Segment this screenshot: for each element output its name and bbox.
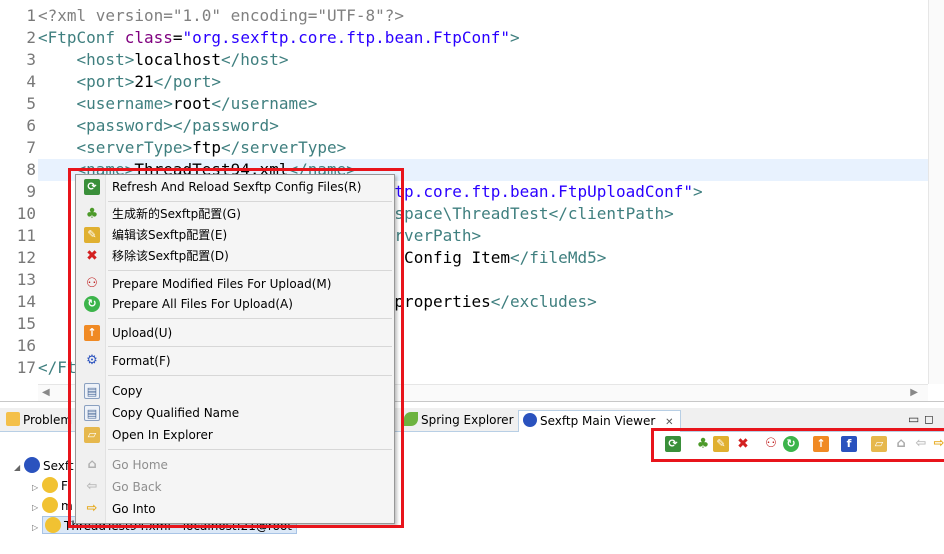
code-token: 21 bbox=[134, 72, 154, 91]
scroll-left-icon[interactable]: ◀ bbox=[42, 387, 50, 398]
tab-spring-explorer[interactable]: Spring Explorer bbox=[400, 410, 520, 432]
maximize-icon[interactable]: ◻ bbox=[924, 412, 934, 426]
line-number: 3 bbox=[26, 50, 36, 69]
vertical-scrollbar[interactable] bbox=[928, 0, 944, 384]
line-number: 8 bbox=[26, 160, 36, 179]
line-number: 11 bbox=[16, 226, 36, 245]
duck-icon bbox=[45, 517, 61, 533]
code-line[interactable]: <serverType>ftp</serverType> bbox=[38, 137, 347, 159]
code-token: </fileMd5> bbox=[510, 248, 607, 267]
line-number: 9 bbox=[26, 182, 36, 201]
line-number: 7 bbox=[26, 138, 36, 157]
code-line[interactable]: <password></password> bbox=[38, 115, 279, 137]
scroll-right-icon[interactable]: ▶ bbox=[910, 387, 918, 398]
leaf-icon bbox=[404, 412, 418, 426]
line-number-gutter: 1 2 3 4 5 6 7 8 9 10 11 12 13 14 15 16 17 bbox=[0, 0, 38, 384]
code-token: > bbox=[510, 28, 520, 47]
code-token: <username> bbox=[76, 94, 173, 113]
code-token: </port> bbox=[153, 72, 222, 91]
minimize-icon[interactable]: ▭ bbox=[908, 412, 919, 426]
tab-spring-label: Spring Explorer bbox=[421, 413, 514, 427]
line-number: 10 bbox=[16, 204, 36, 223]
code-token: <?xml version="1.0" encoding="UTF-8"?> bbox=[38, 6, 405, 25]
tree-item-1[interactable]: ▷ F bbox=[32, 476, 68, 496]
tree-item-1-label: F bbox=[61, 479, 68, 493]
line-number: 5 bbox=[26, 94, 36, 113]
duck-icon bbox=[42, 477, 58, 493]
line-number: 12 bbox=[16, 248, 36, 267]
tree-item-2[interactable]: ▷ m bbox=[32, 496, 73, 516]
code-line[interactable]: <port>21</port> bbox=[38, 71, 222, 93]
expand-icon[interactable]: ▷ bbox=[32, 518, 42, 538]
tab-sexftp-label: Sexftp Main Viewer bbox=[540, 414, 656, 428]
line-number: 13 bbox=[16, 270, 36, 289]
expand-icon[interactable]: ▷ bbox=[32, 498, 42, 518]
duck-icon bbox=[42, 497, 58, 513]
code-token: "org.sexftp.core.ftp.bean.FtpConf" bbox=[182, 28, 511, 47]
line-number: 15 bbox=[16, 314, 36, 333]
code-token: </host> bbox=[221, 50, 289, 69]
problems-icon bbox=[6, 412, 20, 426]
collapse-icon[interactable]: ◢ bbox=[14, 458, 24, 478]
code-token: <port> bbox=[76, 72, 135, 91]
code-token: </excludes> bbox=[490, 292, 597, 311]
code-token: </serverType> bbox=[221, 138, 347, 157]
line-number: 17 bbox=[16, 358, 36, 377]
code-token: </clientPath> bbox=[548, 204, 674, 223]
sexftp-icon bbox=[523, 413, 537, 427]
code-token: kspace\ThreadTest bbox=[384, 204, 549, 223]
code-token: > bbox=[693, 182, 703, 201]
code-token: xftp.core.ftp.bean.FtpUploadConf" bbox=[375, 182, 694, 201]
code-token: localhost bbox=[134, 50, 222, 69]
line-number: 4 bbox=[26, 72, 36, 91]
highlight-box-toolbar bbox=[651, 428, 944, 462]
code-token: root bbox=[172, 94, 212, 113]
code-line[interactable]: <host>localhost</host> bbox=[38, 49, 289, 71]
code-token: ftp bbox=[192, 138, 222, 157]
sexftp-icon bbox=[24, 457, 40, 473]
tab-problems-label: Problem bbox=[23, 413, 73, 427]
code-token: = bbox=[172, 28, 183, 47]
expand-icon[interactable]: ▷ bbox=[32, 478, 42, 498]
code-token: <FtpConf bbox=[38, 28, 125, 47]
line-number: 6 bbox=[26, 116, 36, 135]
code-line[interactable]: <username>root</username> bbox=[38, 93, 318, 115]
tab-problems[interactable]: Problem bbox=[2, 410, 78, 432]
line-number: 16 bbox=[16, 336, 36, 355]
highlight-box-context-menu bbox=[68, 168, 404, 528]
line-number: 14 bbox=[16, 292, 36, 311]
code-token: </username> bbox=[211, 94, 318, 113]
line-number: 1 bbox=[26, 6, 36, 25]
code-token: <password></password> bbox=[76, 116, 279, 135]
code-line[interactable]: <?xml version="1.0" encoding="UTF-8"?> bbox=[38, 5, 404, 27]
code-token: <host> bbox=[76, 50, 135, 69]
code-line[interactable]: <FtpConf class="org.sexftp.core.ftp.bean… bbox=[38, 27, 520, 49]
line-number: 2 bbox=[26, 28, 36, 47]
tree-root[interactable]: ◢ Sexft bbox=[14, 456, 74, 476]
code-token: class bbox=[124, 28, 173, 47]
close-icon[interactable]: ✕ bbox=[665, 417, 673, 428]
code-token: <serverType> bbox=[76, 138, 193, 157]
